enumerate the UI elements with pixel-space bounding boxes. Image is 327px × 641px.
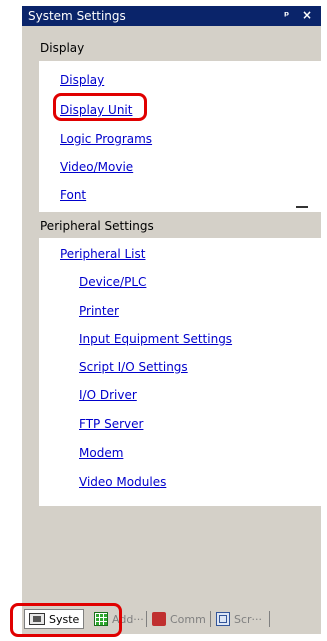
panel-title-bar[interactable]: System Settings ᵖ × [22, 6, 321, 26]
link-device-plc[interactable]: Device/PLC [79, 275, 146, 289]
tab-separator [210, 611, 211, 627]
scroll-indicator [296, 206, 308, 208]
link-printer[interactable]: Printer [79, 304, 119, 318]
tab-separator [269, 611, 270, 627]
link-peripheral-list[interactable]: Peripheral List [60, 247, 145, 261]
link-font[interactable]: Font [60, 188, 86, 202]
link-logic-programs[interactable]: Logic Programs [60, 132, 152, 146]
panel-title: System Settings [28, 9, 126, 23]
display-list: Display Display Unit Logic Programs Vide… [39, 61, 321, 212]
tab-label-comm: Comm [170, 612, 206, 626]
comm-icon [152, 612, 166, 626]
link-modem[interactable]: Modem [79, 446, 123, 460]
link-input-equipment-settings[interactable]: Input Equipment Settings [79, 332, 232, 346]
tab-screen[interactable]: Scr··· [216, 609, 262, 629]
pin-icon[interactable]: ᵖ [284, 9, 289, 22]
display-unit-highlight [53, 93, 147, 121]
display-section-header: Display [40, 41, 85, 55]
link-script-io-settings[interactable]: Script I/O Settings [79, 360, 188, 374]
link-io-driver[interactable]: I/O Driver [79, 388, 137, 402]
close-icon[interactable]: × [302, 8, 312, 22]
screen-icon [216, 612, 230, 626]
tab-label-screen: Scr··· [234, 612, 263, 626]
peripheral-list: Peripheral List Device/PLC Printer Input… [39, 238, 321, 506]
link-display[interactable]: Display [60, 73, 104, 87]
link-video-movie[interactable]: Video/Movie [60, 160, 133, 174]
link-video-modules[interactable]: Video Modules [79, 475, 166, 489]
peripheral-section-header: Peripheral Settings [40, 219, 154, 233]
tab-comment[interactable]: Comm [152, 609, 206, 629]
system-tab-highlight [10, 603, 122, 637]
link-ftp-server[interactable]: FTP Server [79, 417, 143, 431]
tab-separator [146, 611, 147, 627]
